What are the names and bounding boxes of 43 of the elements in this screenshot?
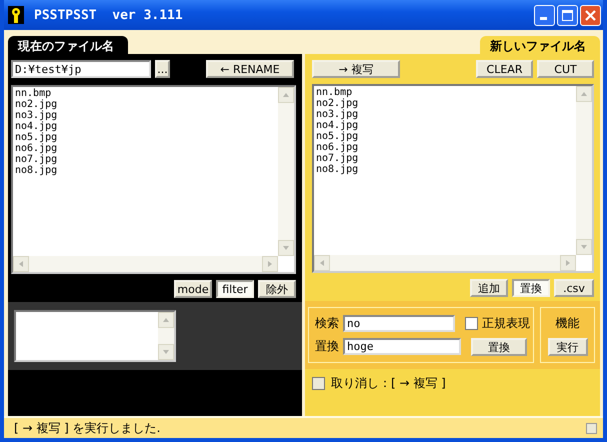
mode-button[interactable]: 除外 — [258, 280, 296, 298]
mode-button[interactable]: 追加 — [470, 279, 508, 297]
window-title: PSSTPSST ver 3.111 — [34, 8, 184, 22]
file-name[interactable]: no7.jpg — [316, 153, 574, 164]
search-field[interactable]: no — [343, 314, 455, 332]
file-name[interactable]: nn.bmp — [15, 88, 276, 99]
file-name[interactable]: no3.jpg — [15, 110, 276, 121]
file-list[interactable]: nn.bmp no2.jpg no3.jpg no4.jpg no5.jpg no6.jpg no7.jpg no8.jpg — [11, 85, 296, 274]
panel-tab[interactable]: 現在のファイル名 — [8, 36, 128, 54]
file-name[interactable]: no6.jpg — [15, 143, 276, 154]
replace-field[interactable]: hoge — [343, 338, 461, 355]
search-label: 検索 — [315, 314, 339, 332]
mode-button[interactable]: 置換 — [512, 279, 550, 297]
replace-label: 置換 — [315, 338, 339, 355]
copy-button[interactable]: → 複写 — [312, 60, 400, 78]
undo-label: 取り消し：[ → 複写 ] — [331, 375, 446, 392]
replace-button[interactable]: 置換 — [471, 338, 527, 356]
file-name[interactable]: no4.jpg — [15, 121, 276, 132]
mode-button[interactable]: .csv — [554, 279, 594, 297]
file-name[interactable]: no7.jpg — [15, 154, 276, 165]
rename-button[interactable]: ← RENAME — [206, 60, 294, 78]
clear-button[interactable]: CLEAR — [476, 60, 533, 78]
regex-label: 正規表現 — [482, 314, 530, 332]
cut-button[interactable]: CUT — [537, 60, 594, 78]
status-text: [ → 複写 ] を実行しました. — [14, 420, 160, 436]
execute-button[interactable]: 実行 — [548, 338, 588, 356]
file-name[interactable]: no3.jpg — [316, 109, 574, 120]
file-name[interactable]: no5.jpg — [15, 132, 276, 143]
file-name[interactable]: no2.jpg — [316, 98, 574, 109]
path-field[interactable]: D:¥test¥jp — [11, 60, 151, 78]
mode-button[interactable]: mode — [174, 280, 212, 298]
function-label: 機能 — [556, 314, 580, 332]
file-name[interactable]: no8.jpg — [15, 165, 276, 176]
file-name[interactable]: no8.jpg — [316, 164, 574, 175]
panel-tab[interactable]: 新しいファイル名 — [480, 36, 600, 54]
file-list[interactable]: nn.bmp no2.jpg no3.jpg no4.jpg no5.jpg no6.jpg no7.jpg no8.jpg — [312, 84, 594, 273]
file-name[interactable]: no4.jpg — [316, 120, 574, 131]
file-name[interactable]: nn.bmp — [316, 87, 574, 98]
mode-button[interactable]: filter — [216, 280, 254, 298]
file-name[interactable]: no2.jpg — [15, 99, 276, 110]
file-name[interactable]: no5.jpg — [316, 131, 574, 142]
file-name[interactable]: no6.jpg — [316, 142, 574, 153]
browse-button[interactable]: ... — [155, 60, 170, 78]
